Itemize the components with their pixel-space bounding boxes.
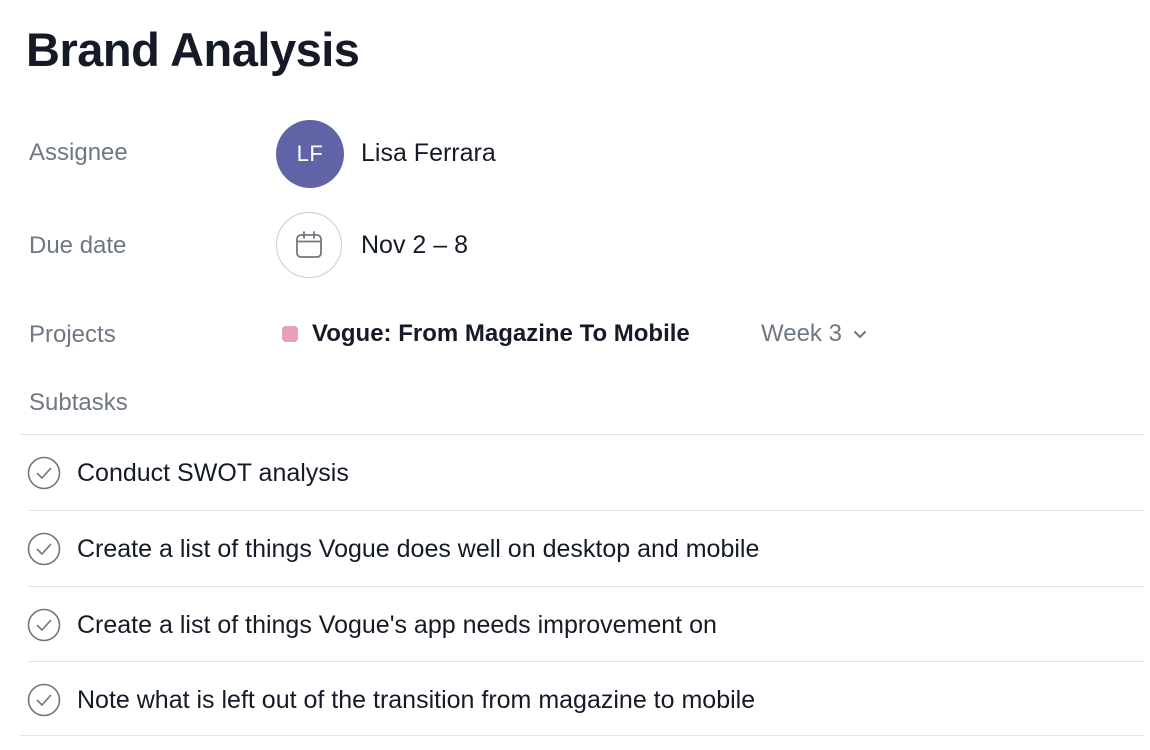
subtasks-label: Subtasks (29, 389, 128, 416)
subtask-row[interactable]: Note what is left out of the transition … (20, 662, 1144, 737)
task-detail-pane: Brand Analysis Assignee LF Lisa Ferrara … (0, 0, 1150, 750)
project-color-swatch (282, 326, 298, 342)
calendar-icon (294, 230, 324, 260)
section-name: Week 3 (761, 320, 842, 347)
subtask-name[interactable]: Note what is left out of the transition … (77, 684, 755, 716)
subtask-name[interactable]: Conduct SWOT analysis (77, 457, 349, 489)
check-circle-icon[interactable] (27, 683, 61, 717)
project-link[interactable]: Vogue: From Magazine To Mobile (312, 318, 690, 350)
assignee-name[interactable]: Lisa Ferrara (361, 137, 496, 169)
due-date-button[interactable] (276, 212, 342, 278)
check-circle-icon[interactable] (27, 608, 61, 642)
chevron-down-icon (852, 326, 868, 342)
assignee-label: Assignee (29, 139, 128, 166)
task-title[interactable]: Brand Analysis (26, 20, 360, 80)
subtask-divider (20, 735, 1144, 736)
check-circle-icon[interactable] (27, 456, 61, 490)
subtask-row[interactable]: Create a list of things Vogue does well … (20, 511, 1144, 586)
projects-label: Projects (29, 321, 116, 348)
check-circle-icon[interactable] (27, 532, 61, 566)
subtask-name[interactable]: Create a list of things Vogue does well … (77, 533, 759, 565)
subtask-row[interactable]: Create a list of things Vogue's app need… (20, 587, 1144, 662)
due-date-label: Due date (29, 232, 127, 259)
due-date-value[interactable]: Nov 2 – 8 (361, 229, 468, 261)
subtask-row[interactable]: Conduct SWOT analysis (20, 435, 1144, 510)
subtask-name[interactable]: Create a list of things Vogue's app need… (77, 609, 717, 641)
avatar-initials: LF (296, 141, 324, 166)
section-dropdown[interactable]: Week 3 (761, 318, 868, 350)
avatar[interactable]: LF (276, 120, 344, 188)
